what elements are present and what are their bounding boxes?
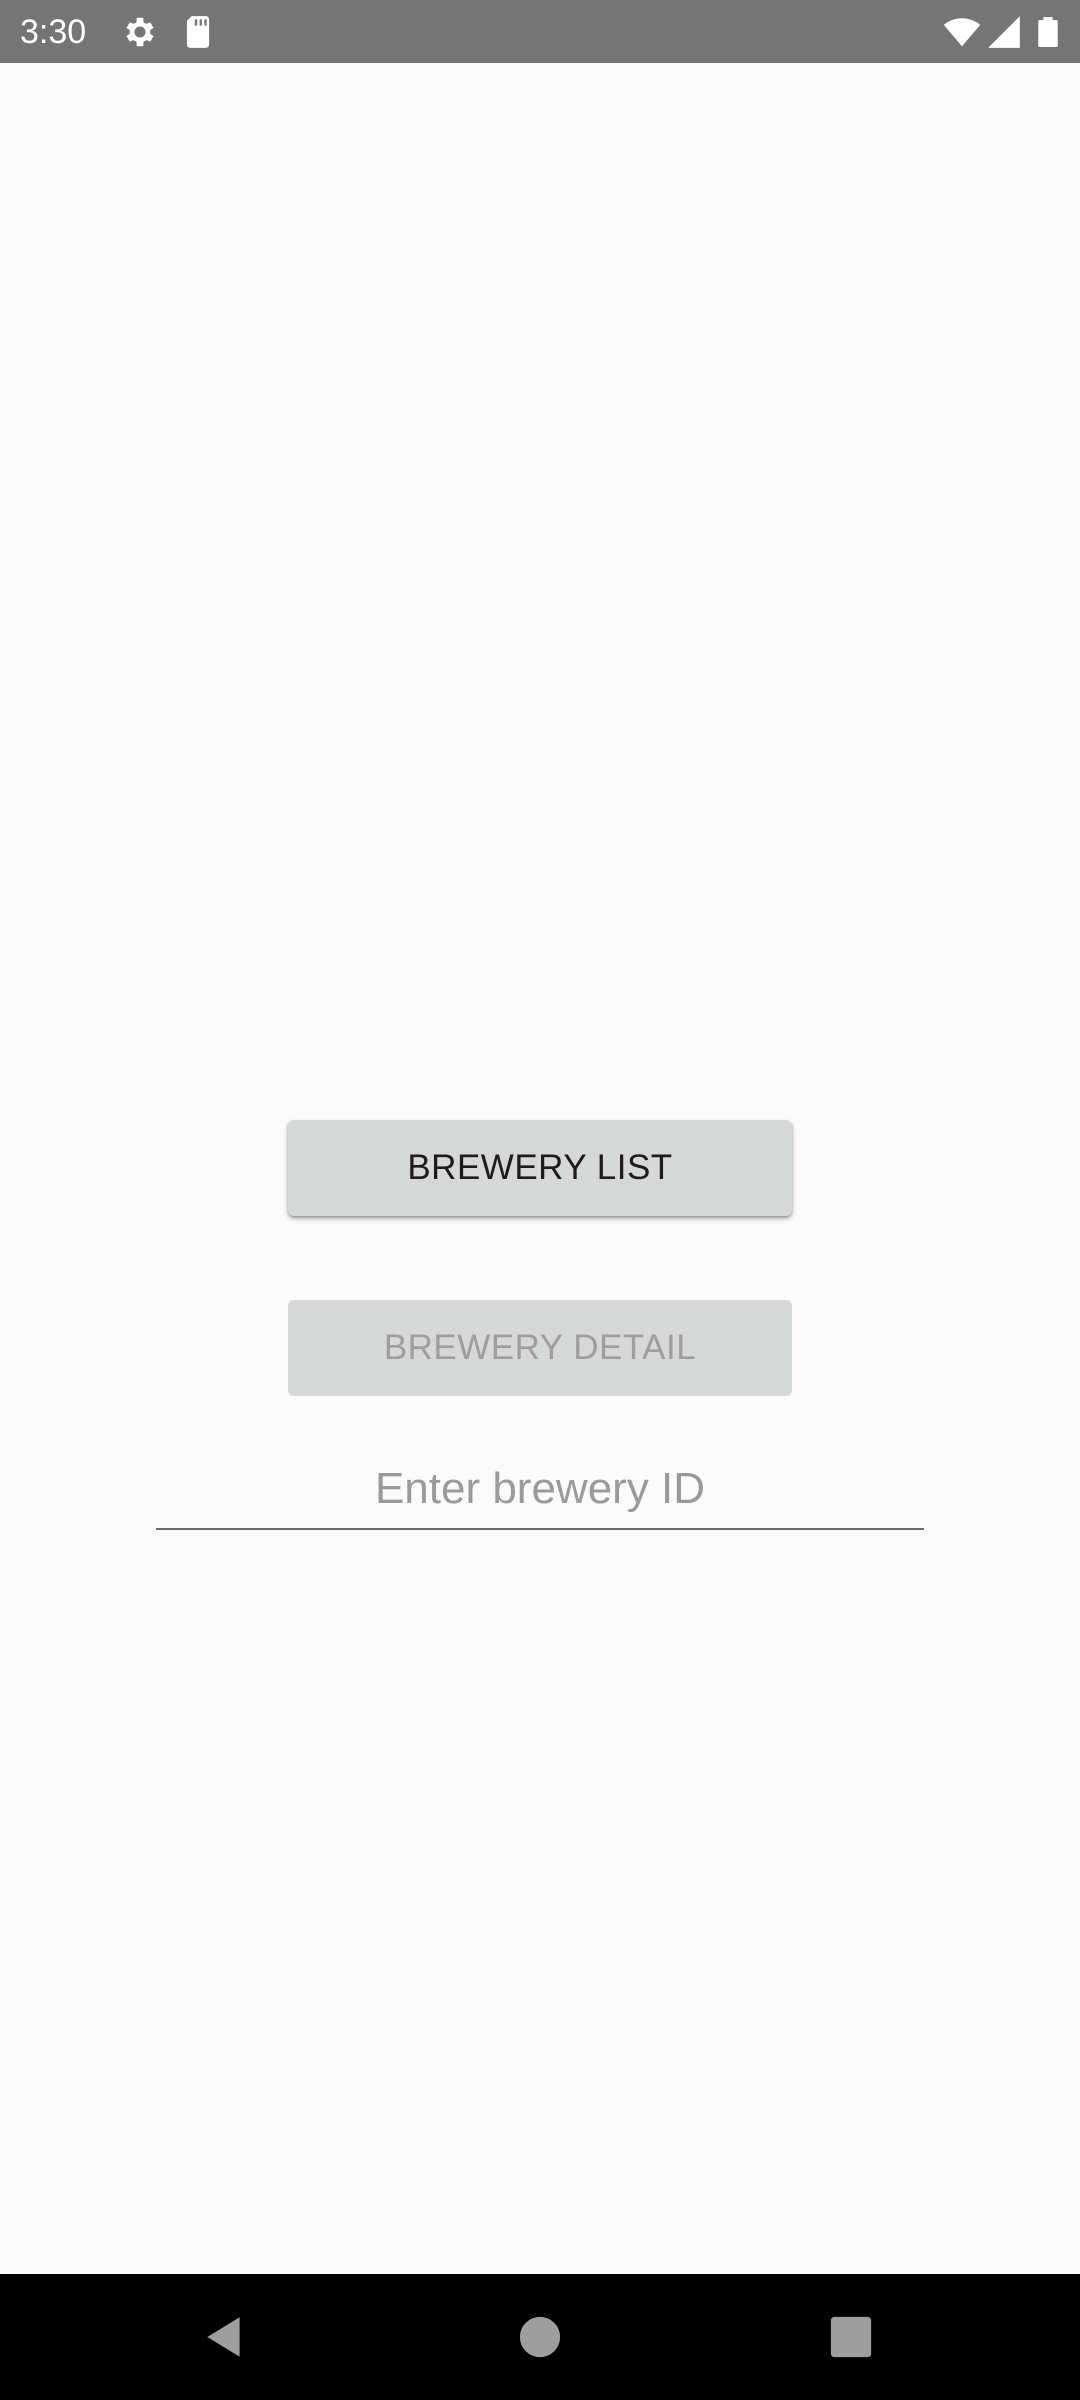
navigation-bar xyxy=(0,2274,1080,2400)
battery-icon xyxy=(1030,13,1066,51)
home-icon[interactable] xyxy=(505,2302,575,2372)
sd-card-icon xyxy=(178,13,218,51)
app-screen: 3:30 BREWERY LIST BREWERY DETAIL Enter b… xyxy=(0,0,1080,2400)
brewery-id-input[interactable] xyxy=(156,1450,924,1530)
brewery-detail-button[interactable]: BREWERY DETAIL xyxy=(288,1300,792,1396)
status-time: 3:30 xyxy=(20,13,87,51)
status-bar: 3:30 xyxy=(0,0,1080,63)
cellular-signal-icon xyxy=(984,13,1024,51)
gear-icon xyxy=(120,13,160,51)
recents-icon[interactable] xyxy=(816,2302,886,2372)
brewery-list-button[interactable]: BREWERY LIST xyxy=(288,1120,792,1216)
back-icon[interactable] xyxy=(190,2302,260,2372)
wifi-icon xyxy=(942,13,982,51)
